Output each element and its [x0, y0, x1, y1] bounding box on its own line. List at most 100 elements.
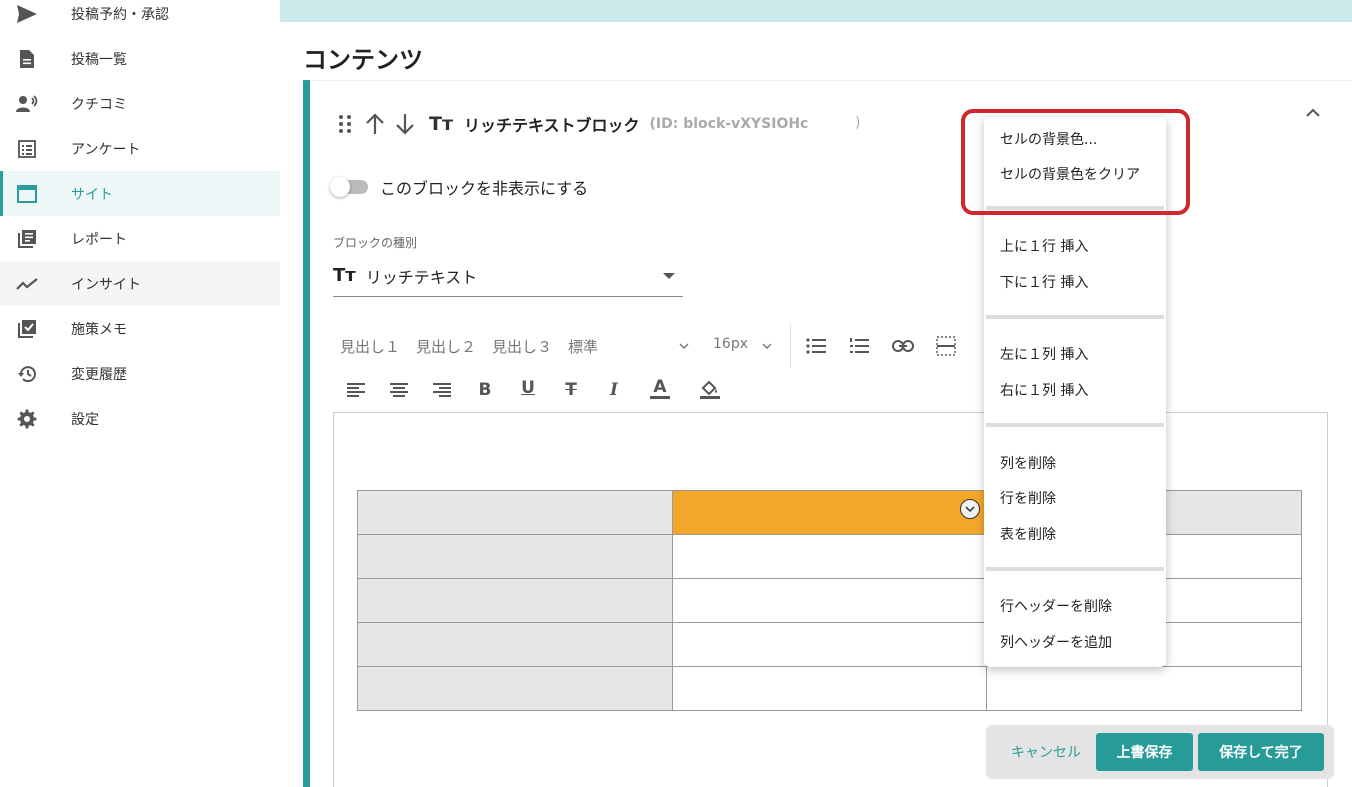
- block-header: Tт リッチテキストブロック (ID: block-vXYSIOHc: [330, 110, 808, 138]
- menu-item-add-column-header[interactable]: 列ヘッダーを追加: [1000, 632, 1112, 652]
- paragraph-select[interactable]: 標準: [568, 336, 598, 357]
- sidebar-item-report[interactable]: レポート: [0, 216, 280, 261]
- menu-item-insert-col-left[interactable]: 左に１列 挿入: [1000, 344, 1088, 364]
- sidebar-item-label: アンケート: [71, 141, 141, 158]
- menu-divider: [986, 315, 1164, 319]
- sidebar-item-post-list[interactable]: 投稿一覧: [0, 36, 280, 81]
- cell-menu-button[interactable]: [960, 499, 980, 519]
- save-and-finish-button[interactable]: 保存して完了: [1198, 733, 1324, 771]
- block-type-value: リッチテキスト: [365, 267, 478, 287]
- text-format-icon: Tт: [429, 113, 453, 135]
- sidebar-item-label: インサイト: [71, 276, 141, 293]
- table-cell[interactable]: [357, 666, 673, 711]
- sidebar-item-label: 投稿一覧: [71, 51, 127, 68]
- sidebar-item-label: 施策メモ: [71, 321, 127, 338]
- history-icon: [16, 363, 38, 385]
- table-cell-selected[interactable]: [672, 490, 987, 535]
- menu-item-insert-col-right[interactable]: 右に１列 挿入: [1000, 380, 1088, 400]
- document-icon: [16, 48, 38, 70]
- link-icon[interactable]: [891, 334, 915, 358]
- sidebar-item-label: 変更履歴: [71, 366, 127, 383]
- sidebar-item-label: 設定: [71, 411, 99, 428]
- block-title: リッチテキストブロック: [464, 116, 640, 135]
- heading3-button[interactable]: 見出し３: [492, 336, 552, 357]
- sidebar: 投稿予約・承認 投稿一覧 クチコミ アンケート サイト レポート インサイト 施…: [0, 0, 280, 787]
- voice-person-icon: [16, 93, 38, 115]
- window-icon: [16, 183, 38, 205]
- table-cell[interactable]: [672, 534, 987, 579]
- sidebar-item-settings[interactable]: 設定: [0, 396, 280, 441]
- table-cell[interactable]: [357, 490, 673, 535]
- block-accent-bar: [303, 80, 310, 787]
- chevron-up-icon[interactable]: [1300, 100, 1326, 126]
- menu-item-insert-row-below[interactable]: 下に１行 挿入: [1000, 272, 1088, 292]
- page-title: コンテンツ: [303, 46, 423, 74]
- font-color-button[interactable]: A: [648, 376, 672, 400]
- align-left-icon[interactable]: [344, 378, 368, 402]
- editor-toolbar-row1: 見出し１ 見出し２ 見出し３ 標準: [340, 332, 614, 360]
- font-size-select[interactable]: 16px: [713, 336, 748, 352]
- bold-button[interactable]: B: [473, 378, 497, 402]
- sidebar-item-history[interactable]: 変更履歴: [0, 351, 280, 396]
- menu-divider: [986, 423, 1164, 427]
- block-type-label: ブロックの種別: [333, 236, 418, 250]
- block-type-select[interactable]: Tт リッチテキスト: [333, 255, 683, 297]
- sidebar-item-post-schedule[interactable]: 投稿予約・承認: [0, 0, 280, 36]
- table-cell[interactable]: [672, 622, 987, 667]
- sidebar-item-label: 投稿予約・承認: [71, 6, 169, 23]
- font-color-underline: [650, 395, 670, 399]
- align-right-icon[interactable]: [430, 378, 454, 402]
- sidebar-item-survey[interactable]: アンケート: [0, 126, 280, 171]
- arrow-up-icon[interactable]: [360, 110, 390, 138]
- hide-block-label: このブロックを非表示にする: [380, 179, 589, 198]
- sidebar-item-memo[interactable]: 施策メモ: [0, 306, 280, 351]
- menu-item-remove-row-header[interactable]: 行ヘッダーを削除: [1000, 596, 1112, 616]
- chevron-down-icon[interactable]: [672, 334, 696, 358]
- sidebar-item-insight[interactable]: インサイト: [0, 261, 280, 306]
- strikethrough-button[interactable]: T: [559, 378, 583, 402]
- hide-block-row: このブロックを非表示にする: [330, 175, 589, 199]
- library-icon: [16, 228, 38, 250]
- menu-item-insert-row-above[interactable]: 上に１行 挿入: [1000, 236, 1088, 256]
- block-id: (ID: block-vXYSIOHc: [649, 116, 809, 132]
- table-cell[interactable]: [986, 666, 1302, 711]
- menu-item-delete-table[interactable]: 表を削除: [1000, 524, 1056, 544]
- top-band: [280, 0, 1352, 22]
- menu-item-delete-row[interactable]: 行を削除: [1000, 488, 1056, 508]
- italic-button[interactable]: I: [602, 378, 626, 402]
- hide-block-toggle[interactable]: [330, 177, 368, 197]
- sidebar-item-label: レポート: [71, 231, 127, 248]
- table-cell[interactable]: [357, 578, 673, 623]
- list-icon: [16, 138, 38, 160]
- menu-divider: [986, 567, 1164, 571]
- gear-icon: [16, 408, 38, 430]
- menu-item-delete-column[interactable]: 列を削除: [1000, 453, 1056, 473]
- caret-down-icon: [663, 273, 675, 279]
- annotation-highlight-box: [961, 109, 1190, 215]
- block-id-close: ): [855, 115, 861, 131]
- table-cell[interactable]: [672, 578, 987, 623]
- table-cell[interactable]: [357, 622, 673, 667]
- numbered-list-icon[interactable]: [847, 334, 871, 358]
- send-icon: [16, 3, 38, 25]
- heading2-button[interactable]: 見出し２: [416, 336, 476, 357]
- chevron-down-icon[interactable]: [755, 334, 779, 358]
- sidebar-item-label: サイト: [71, 186, 113, 203]
- checkbox-icon: [16, 318, 38, 340]
- drag-handle-icon[interactable]: [330, 110, 360, 138]
- table-icon[interactable]: [934, 334, 958, 358]
- overwrite-save-button[interactable]: 上書保存: [1096, 733, 1193, 771]
- sidebar-item-site[interactable]: サイト: [0, 171, 280, 216]
- sidebar-item-reviews[interactable]: クチコミ: [0, 81, 280, 126]
- table-cell[interactable]: [357, 534, 673, 579]
- align-center-icon[interactable]: [387, 378, 411, 402]
- sidebar-item-label: クチコミ: [71, 96, 127, 113]
- bullet-list-icon[interactable]: [804, 334, 828, 358]
- text-format-icon: Tт: [333, 265, 356, 286]
- paint-bucket-icon[interactable]: [698, 377, 722, 401]
- arrow-down-icon[interactable]: [390, 110, 420, 138]
- heading1-button[interactable]: 見出し１: [340, 336, 400, 357]
- table-cell[interactable]: [672, 666, 987, 711]
- underline-button[interactable]: U: [516, 376, 540, 400]
- cancel-button[interactable]: キャンセル: [1003, 738, 1089, 766]
